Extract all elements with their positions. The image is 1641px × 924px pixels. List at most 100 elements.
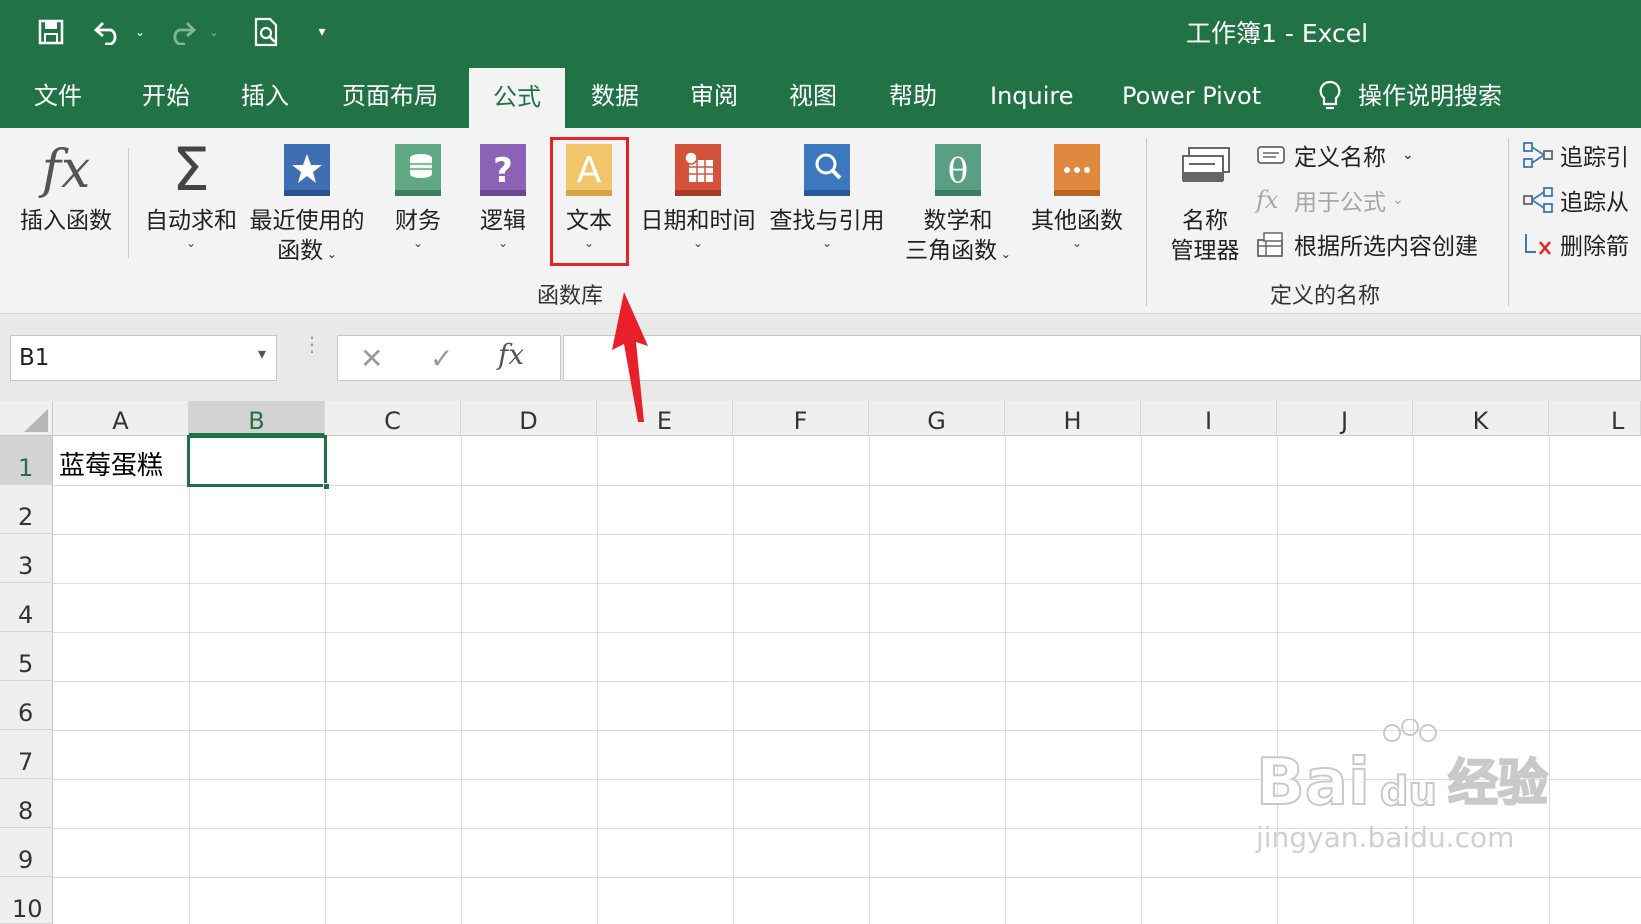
undo-dropdown-icon[interactable]: ⌄ (130, 14, 150, 50)
ribbon-formulas: fx 插入函数 Σ 自动求和 ⌄ 最近使用的 函数 ⌄ 财务 ⌄ ? 逻辑 ⌄ … (0, 128, 1641, 314)
use-in-formula-button[interactable]: fx 用于公式 ⌄ (1256, 183, 1404, 217)
column-header-h[interactable]: H (1005, 401, 1141, 436)
create-from-selection-button[interactable]: 根据所选内容创建 (1256, 227, 1478, 261)
watermark-brand-du: du (1379, 768, 1438, 816)
row-header-10[interactable]: 10 (0, 877, 53, 924)
row-header-9[interactable]: 9 (0, 828, 53, 877)
chevron-down-icon: ⌄ (497, 236, 509, 250)
cancel-icon[interactable]: ✕ (360, 342, 383, 375)
math-trig-button[interactable]: θ 数学和 三角函数 ⌄ (898, 138, 1018, 269)
row-header-6[interactable]: 6 (0, 681, 53, 730)
financial-button[interactable]: 财务 ⌄ (385, 138, 451, 250)
cell-a1[interactable]: 蓝莓蛋糕 (59, 445, 163, 482)
tab-review[interactable]: 审阅 (690, 64, 738, 128)
customize-qat-icon[interactable]: ▾ (310, 14, 334, 50)
recently-used-button[interactable]: 最近使用的 函数 ⌄ (246, 138, 368, 269)
paw-icon: du (1374, 719, 1444, 816)
trace-precedents-label: 追踪引 (1560, 145, 1629, 171)
row-header-4[interactable]: 4 (0, 583, 53, 632)
row-header-1[interactable]: 1 (0, 436, 53, 485)
chevron-down-icon: ⌄ (821, 236, 833, 250)
row-header-3[interactable]: 3 (0, 534, 53, 583)
chevron-down-icon[interactable]: ▾ (258, 344, 266, 363)
row-header-2[interactable]: 2 (0, 485, 53, 534)
lightbulb-icon (1319, 80, 1341, 110)
column-header-b[interactable]: B (189, 401, 325, 436)
remove-arrows-button[interactable]: 删除箭 (1522, 227, 1629, 261)
chevron-down-icon: ⌄ (1392, 192, 1404, 208)
row-header-5[interactable]: 5 (0, 632, 53, 681)
gridline (461, 436, 462, 924)
print-preview-icon[interactable] (248, 14, 286, 50)
column-header-g[interactable]: G (869, 401, 1005, 436)
formula-input[interactable] (563, 335, 1641, 381)
insert-function-button[interactable]: fx 插入函数 (16, 138, 116, 236)
column-header-d[interactable]: D (461, 401, 597, 436)
excel-window: ⌄ ⌄ ▾ 工作簿1 - Excel 文件 开始 插入 页面布局 公式 数据 审… (0, 0, 1641, 924)
redo-dropdown-icon[interactable]: ⌄ (204, 14, 224, 50)
lookup-reference-button[interactable]: 查找与引用 ⌄ (766, 138, 888, 250)
tab-insert[interactable]: 插入 (241, 64, 289, 128)
insert-function-icon[interactable]: fx (498, 338, 524, 371)
column-header-a[interactable]: A (53, 401, 189, 436)
trace-precedents-icon (1523, 142, 1553, 168)
more-functions-label: 其他函数 (1031, 208, 1123, 234)
define-name-button[interactable]: 定义名称 ⌄ (1256, 138, 1414, 172)
select-all-corner[interactable] (0, 401, 53, 436)
more-functions-button[interactable]: 其他函数 ⌄ (1020, 138, 1134, 250)
separator (1508, 138, 1509, 306)
worksheet-grid[interactable]: A B C D E F G H I J K L 1 2 3 4 5 6 7 8 … (0, 401, 1641, 924)
row-header-7[interactable]: 7 (0, 730, 53, 779)
gridline (53, 877, 1641, 878)
fill-handle[interactable] (323, 483, 330, 490)
tab-inquire[interactable]: Inquire (990, 64, 1074, 128)
column-header-c[interactable]: C (325, 401, 461, 436)
tab-view[interactable]: 视图 (789, 64, 837, 128)
search-box[interactable]: 操作说明搜索 (1316, 64, 1502, 128)
enter-icon[interactable]: ✓ (430, 342, 453, 375)
tab-help[interactable]: 帮助 (889, 64, 937, 128)
chevron-down-icon: ⌄ (323, 247, 337, 261)
formula-bar-grip-icon[interactable]: ⋮ (302, 334, 322, 354)
name-manager-label-2: 管理器 (1170, 238, 1240, 264)
column-header-f[interactable]: F (733, 401, 869, 436)
math-trig-label-1: 数学和 (923, 208, 993, 234)
separator (1146, 138, 1147, 306)
save-icon[interactable] (32, 14, 70, 50)
trace-precedents-button[interactable]: 追踪引 (1522, 138, 1629, 172)
search-label: 操作说明搜索 (1358, 82, 1502, 110)
math-trig-label-2: 三角函数 (905, 238, 998, 264)
gridline (1549, 436, 1550, 924)
remove-arrows-label: 删除箭 (1560, 234, 1629, 260)
date-time-button[interactable]: 日期和时间 ⌄ (638, 138, 758, 250)
column-header-i[interactable]: I (1141, 401, 1277, 436)
undo-icon[interactable] (88, 14, 128, 50)
active-cell-b1[interactable] (187, 435, 330, 490)
name-manager-label-1: 名称 (1182, 208, 1228, 234)
logical-button[interactable]: ? 逻辑 ⌄ (470, 138, 536, 250)
column-header-l[interactable]: L (1549, 401, 1641, 436)
column-header-j[interactable]: J (1277, 401, 1413, 436)
title-bar: ⌄ ⌄ ▾ 工作簿1 - Excel (0, 0, 1641, 64)
trace-dependents-button[interactable]: 追踪从 (1522, 183, 1629, 217)
name-manager-icon (1182, 147, 1230, 182)
watermark: Bai du 经验 jingyan.baidu.com (1255, 719, 1549, 854)
tab-page-layout[interactable]: 页面布局 (342, 64, 438, 128)
ribbon-tabs: 文件 开始 插入 页面布局 公式 数据 审阅 视图 帮助 Inquire Pow… (0, 64, 1641, 128)
name-manager-button[interactable]: 名称 管理器 (1160, 138, 1250, 266)
redo-icon[interactable] (162, 14, 202, 50)
column-header-k[interactable]: K (1413, 401, 1549, 436)
tab-formulas[interactable]: 公式 (469, 68, 565, 128)
gridline (597, 436, 598, 924)
tab-home[interactable]: 开始 (142, 64, 190, 128)
tab-file[interactable]: 文件 (34, 64, 82, 128)
autosum-button[interactable]: Σ 自动求和 ⌄ (141, 138, 241, 250)
tab-data[interactable]: 数据 (591, 64, 639, 128)
tag-icon (1257, 146, 1285, 164)
tab-power-pivot[interactable]: Power Pivot (1122, 64, 1261, 128)
name-box[interactable]: B1 ▾ (10, 335, 277, 381)
chevron-down-icon: ⌄ (412, 236, 424, 250)
fx-small-icon: fx (1256, 186, 1279, 214)
gridline (1141, 436, 1142, 924)
row-header-8[interactable]: 8 (0, 779, 53, 828)
